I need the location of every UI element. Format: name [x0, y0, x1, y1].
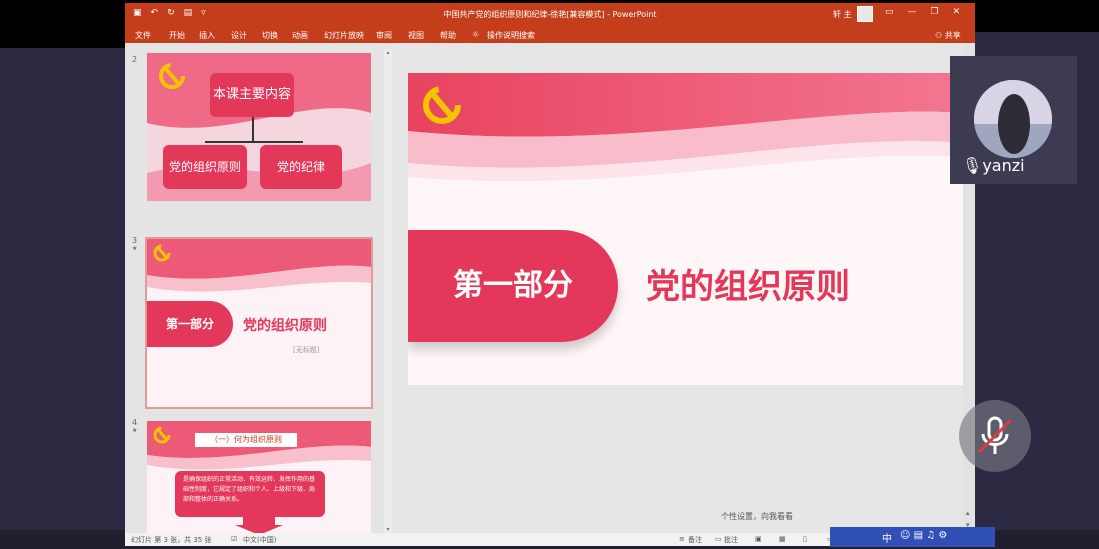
slide-thumbnail-2[interactable]: 本课主要内容 党的组织原则 党的纪律 — [147, 53, 371, 201]
connector-line — [205, 141, 303, 143]
thumbnail-scrollbar[interactable]: ▴ ▾ — [384, 49, 392, 533]
slide-thumbnail-pane: 2 本课主要内容 党的组织原则 党的纪律 3 ★ 第一部分 党的组织原则 [无标… — [125, 43, 393, 533]
comments-button[interactable]: 批注 — [724, 535, 738, 545]
language-indicator[interactable]: 中文(中国) — [243, 535, 276, 545]
party-emblem-icon — [423, 86, 461, 124]
participant-name: 🎙yanzi — [962, 156, 1025, 175]
outline-left-box: 党的组织原则 — [163, 145, 247, 189]
slide-number: 2 — [132, 55, 138, 64]
system-tray: 中 ☺ ▤ ♫ ⚙ — [830, 527, 995, 547]
share-label: 共享 — [944, 31, 961, 40]
window-controls: ▭ — ❐ ✕ — [885, 7, 960, 17]
tab-file[interactable]: 文件 — [135, 30, 151, 41]
share-button[interactable]: ⚇ 共享 — [935, 30, 961, 41]
previous-slide-icon[interactable]: ▴ — [966, 509, 970, 517]
input-method-indicator[interactable]: 中 — [882, 530, 892, 545]
part-heading: 党的组织原则 — [646, 267, 850, 307]
microphone-muted-icon — [977, 416, 1013, 454]
part-banner: 第一部分 — [408, 230, 618, 342]
current-slide[interactable]: 第一部分 党的组织原则 — [408, 73, 963, 385]
party-emblem-icon — [153, 426, 171, 444]
slide-number: 4 — [132, 418, 138, 427]
scroll-up-icon[interactable]: ▴ — [384, 49, 392, 56]
participant-photo — [974, 80, 1052, 158]
untitled-caption: [无标题] — [293, 346, 320, 354]
tab-transitions[interactable]: 切换 — [262, 30, 278, 41]
notice-text: 个性设置，向我看看 — [721, 512, 793, 521]
lightbulb-icon: ☼ — [472, 30, 480, 39]
tab-view[interactable]: 视图 — [408, 30, 424, 41]
ribbon-tabs: 文件 开始 插入 设计 切换 动画 幻灯片放映 审阅 视图 帮助 ☼ 操作说明搜… — [125, 25, 975, 43]
party-emblem-icon — [153, 244, 171, 262]
person-icon: ⚇ — [935, 31, 943, 40]
title-bar: ▣ ↶ ↻ ▤ ▿ 中国共产党的组织原则和纪律-徐艳[兼容模式] - Power… — [125, 3, 975, 25]
outline-title-box: 本课主要内容 — [210, 73, 294, 117]
slide-editing-area: 第一部分 党的组织原则 — [393, 43, 975, 533]
section-header: （一）何为组织原则 — [195, 433, 297, 447]
tray-icons[interactable]: ☺ ▤ ♫ ⚙ — [900, 530, 947, 541]
slide-sorter-icon[interactable]: ▦ — [779, 535, 786, 543]
definition-text-box: 是确保组织的正常活动、有效运转、发挥作用的基础性制度，它规定了组织和个人、上级和… — [175, 471, 325, 517]
tab-slideshow[interactable]: 幻灯片放映 — [324, 30, 364, 41]
slide-thumbnail-4[interactable]: （一）何为组织原则 是确保组织的正常活动、有效运转、发挥作用的基础性制度，它规定… — [147, 421, 371, 533]
animation-star-icon: ★ — [132, 245, 138, 252]
participant-name-label: yanzi — [982, 156, 1025, 175]
tab-home[interactable]: 开始 — [169, 30, 185, 41]
avatar[interactable] — [857, 6, 873, 22]
tab-animations[interactable]: 动画 — [292, 30, 308, 41]
participant-video-tile[interactable]: 🎙yanzi — [950, 56, 1077, 184]
user-name[interactable]: 轩 主 — [833, 9, 852, 20]
slide-number: 3 — [132, 236, 138, 245]
microphone-icon: 🎙 — [962, 156, 983, 175]
ribbon-display-icon[interactable]: ▭ — [885, 7, 894, 17]
connector-line — [252, 117, 254, 141]
spellcheck-icon[interactable]: ☑ — [231, 535, 237, 543]
tab-design[interactable]: 设计 — [231, 30, 247, 41]
part-banner: 第一部分 — [147, 301, 233, 347]
close-icon[interactable]: ✕ — [953, 7, 961, 17]
outline-right-box: 党的纪律 — [260, 145, 342, 189]
powerpoint-window: ▣ ↶ ↻ ▤ ▿ 中国共产党的组织原则和纪律-徐艳[兼容模式] - Power… — [125, 3, 975, 546]
animation-star-icon: ★ — [132, 427, 138, 434]
comments-icon[interactable]: ▭ — [715, 535, 722, 543]
party-emblem-icon — [159, 63, 185, 89]
slide-thumbnail-3[interactable]: 第一部分 党的组织原则 [无标题] — [145, 237, 373, 409]
normal-view-icon[interactable]: ▣ — [755, 535, 762, 543]
reading-view-icon[interactable]: ▯ — [803, 535, 807, 543]
minimize-icon[interactable]: — — [908, 7, 917, 17]
tab-insert[interactable]: 插入 — [199, 30, 215, 41]
slide-counter: 幻灯片 第 3 张，共 35 张 — [131, 536, 212, 544]
mute-button[interactable] — [959, 400, 1031, 472]
avatar — [974, 80, 1052, 158]
desktop-background-left — [0, 48, 125, 549]
tab-help[interactable]: 帮助 — [440, 30, 456, 41]
notes-icon[interactable]: ≡ — [679, 535, 685, 543]
notes-button[interactable]: 备注 — [688, 535, 702, 545]
part-heading: 党的组织原则 — [243, 318, 327, 334]
tab-review[interactable]: 审阅 — [376, 30, 392, 41]
tell-me-search[interactable]: 操作说明搜索 — [487, 30, 535, 41]
restore-icon[interactable]: ❐ — [931, 7, 939, 17]
scroll-down-icon[interactable]: ▾ — [384, 526, 392, 533]
